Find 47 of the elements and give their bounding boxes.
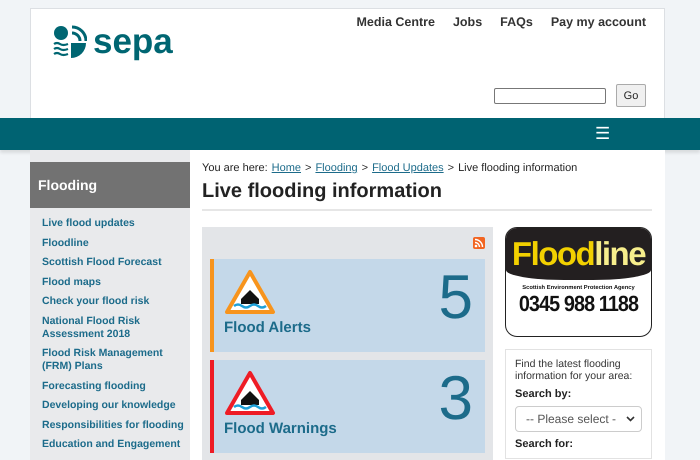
card-title: Flood Alerts: [224, 319, 311, 336]
breadcrumb-separator: >: [448, 162, 454, 174]
field-label: Search by:: [515, 388, 572, 400]
nav-link[interactable]: Media Centre: [356, 15, 435, 29]
page-title: Live flooding information: [202, 180, 652, 211]
menu-icon[interactable]: ☰: [595, 124, 610, 144]
card-count: 3: [438, 368, 473, 435]
search-field[interactable]: [494, 88, 606, 104]
intro-text: Find the latest flooding information for your area:: [515, 358, 634, 382]
chevron-icon: [626, 416, 635, 422]
card-title: Flood Warnings: [224, 420, 337, 437]
flood-card[interactable]: Flood Warnings 3: [210, 360, 485, 453]
nav-link[interactable]: Pay my account: [550, 15, 646, 29]
logo-text[interactable]: sepa: [93, 25, 173, 59]
breadcrumb-separator: >: [362, 162, 368, 174]
breadcrumb-current: Live flooding information: [458, 162, 578, 174]
sidebar-link[interactable]: Developing our knowledge: [42, 399, 186, 412]
sidebar-link[interactable]: Scottish Flood Forecast: [42, 256, 186, 269]
flood-card[interactable]: Flood Alerts 5: [210, 259, 485, 352]
sidebar-link[interactable]: Check your flood risk: [42, 295, 186, 308]
sidebar-link[interactable]: Flood maps: [42, 276, 186, 288]
sidebar-link[interactable]: National Flood Risk Assessment 2018: [42, 314, 172, 340]
flood-warning-icon: [224, 370, 276, 416]
sidebar-heading: Flooding: [30, 162, 190, 208]
rss-icon[interactable]: [473, 237, 485, 249]
search-by-dropdown[interactable]: -- Please select -: [515, 406, 642, 432]
card-count: 5: [438, 267, 473, 334]
sidebar-link[interactable]: Forecasting flooding: [42, 380, 186, 392]
breadcrumb-link[interactable]: Flooding: [315, 162, 358, 174]
flood-warning-icon: [224, 269, 276, 315]
logo-text: Flood: [512, 235, 594, 272]
breadcrumb-label: You are here:: [202, 162, 268, 174]
nav-link[interactable]: FAQs: [500, 15, 533, 29]
breadcrumb-link[interactable]: Home: [272, 162, 301, 174]
phone-number: 0345 988 1188: [518, 291, 640, 317]
breadcrumb-separator: >: [305, 162, 312, 174]
sidebar-link[interactable]: Education and Engagement: [42, 438, 186, 451]
sidebar-link[interactable]: Flood Risk Management (FRM) Plans: [42, 347, 172, 373]
nav-link[interactable]: Jobs: [452, 15, 482, 29]
sidebar-link[interactable]: Floodline: [42, 236, 186, 250]
breadcrumb-link[interactable]: Flood Updates: [372, 162, 444, 174]
go-button[interactable]: Go: [616, 84, 646, 107]
sidebar-link[interactable]: Responsibilities for flooding: [42, 418, 186, 432]
sidebar-link[interactable]: Live flood updates: [42, 217, 186, 230]
field-label: Search for:: [515, 438, 574, 450]
logo-text: line: [594, 235, 646, 272]
logo-icon: [53, 25, 87, 59]
